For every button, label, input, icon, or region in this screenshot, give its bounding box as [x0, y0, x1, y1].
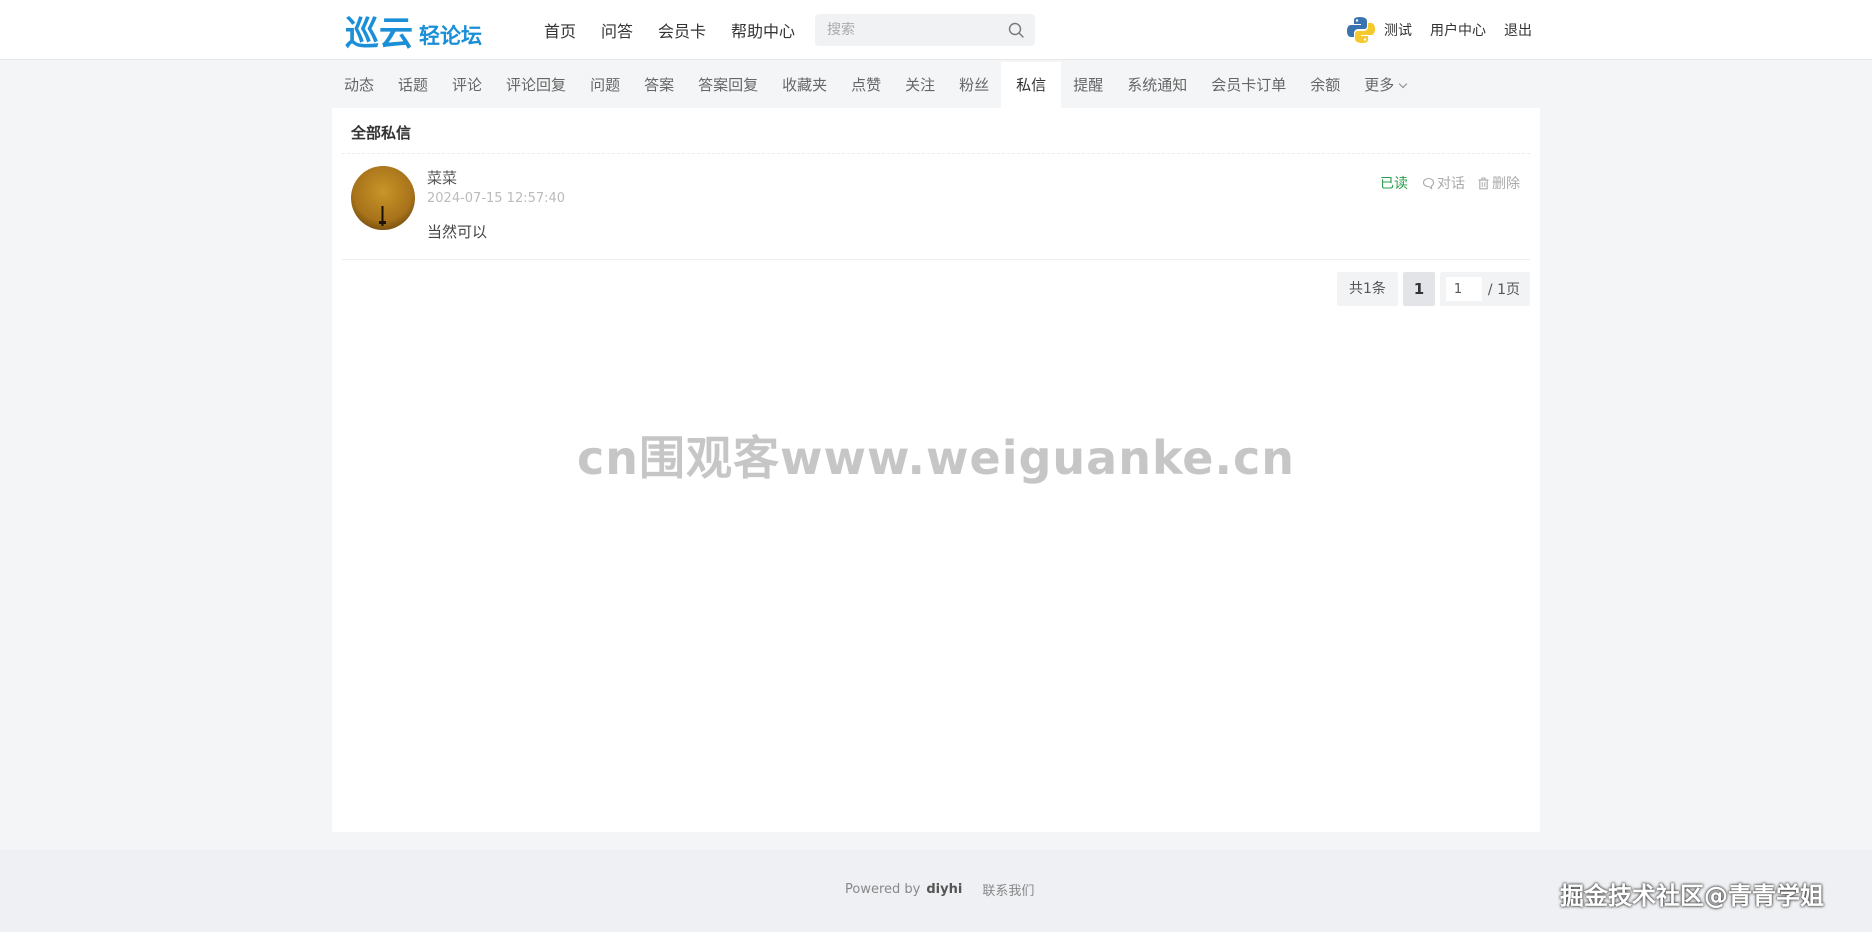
pagination-jump: / 1页 — [1439, 272, 1530, 306]
sender-name[interactable]: 菜菜 — [427, 167, 457, 188]
tab-more-label: 更多 — [1364, 76, 1395, 94]
message-actions: 已读 对话 删除 — [1380, 173, 1520, 193]
tab-questions[interactable]: 问题 — [578, 62, 632, 108]
watermark-text: cn围观客www.weiguanke.cn — [576, 431, 1295, 485]
python-logo-icon — [1344, 13, 1378, 47]
tab-favorites[interactable]: 收藏夹 — [770, 62, 839, 108]
corner-watermark: 掘金技术社区@青青学姐 — [1560, 882, 1824, 910]
contact-us-link[interactable]: 联系我们 — [982, 880, 1034, 899]
logo-main-text: 巡云 — [345, 13, 413, 54]
tab-answer-replies[interactable]: 答案回复 — [686, 62, 770, 108]
page-jump-input[interactable] — [1445, 277, 1482, 301]
tab-comments[interactable]: 评论 — [440, 62, 494, 108]
nav-membership-card[interactable]: 会员卡 — [658, 18, 706, 42]
tab-reminders[interactable]: 提醒 — [1061, 62, 1115, 108]
message-item: 菜菜 2024-07-15 12:57:40 当然可以 已读 对话 删除 — [342, 154, 1530, 260]
chat-label: 对话 — [1437, 176, 1465, 192]
tab-answers[interactable]: 答案 — [632, 62, 686, 108]
top-header: 巡云 轻论坛 首页 问答 会员卡 帮助中心 测试 用户中心 退出 — [0, 0, 1872, 60]
tab-followers[interactable]: 粉丝 — [947, 62, 1001, 108]
panel-title: 全部私信 — [351, 124, 412, 142]
powered-by-brand[interactable]: diyhi — [926, 882, 962, 897]
search-input[interactable] — [815, 22, 995, 38]
tab-dynamic[interactable]: 动态 — [332, 62, 386, 108]
pagination-total: 共1条 — [1337, 272, 1398, 306]
user-bar: 测试 用户中心 退出 — [1344, 12, 1532, 48]
pagination-current-page[interactable]: 1 — [1402, 272, 1435, 306]
main-nav: 首页 问答 会员卡 帮助中心 — [544, 18, 820, 42]
delete-button[interactable]: 删除 — [1477, 173, 1520, 193]
message-content: 当然可以 — [427, 223, 488, 241]
nav-home[interactable]: 首页 — [544, 18, 576, 42]
nav-qa[interactable]: 问答 — [601, 18, 633, 42]
user-center-link[interactable]: 用户中心 — [1430, 20, 1486, 40]
footer-content: Powered by diyhi 联系我们 — [845, 880, 1034, 899]
powered-by-label: Powered by — [845, 882, 921, 897]
search-icon[interactable] — [1007, 21, 1025, 39]
tab-system-notices[interactable]: 系统通知 — [1115, 62, 1199, 108]
tab-comment-replies[interactable]: 评论回复 — [494, 62, 578, 108]
chat-bubble-icon — [1422, 177, 1435, 190]
tab-balance[interactable]: 余额 — [1298, 62, 1352, 108]
logo-sub-text: 轻论坛 — [419, 24, 482, 48]
chevron-down-icon — [1399, 79, 1408, 89]
read-status-badge: 已读 — [1380, 176, 1408, 192]
avatar-image — [351, 166, 415, 230]
tab-more[interactable]: 更多 — [1352, 62, 1418, 108]
user-avatar[interactable] — [1344, 13, 1378, 47]
pagination: 共1条 1 / 1页 — [1337, 272, 1530, 306]
nav-help-center[interactable]: 帮助中心 — [731, 18, 795, 42]
pagination-pages: / 1页 — [1487, 282, 1520, 298]
search-box — [815, 14, 1035, 46]
user-subnav: 动态 话题 评论 评论回复 问题 答案 答案回复 收藏夹 点赞 关注 粉丝 私信… — [332, 62, 1418, 108]
sender-avatar[interactable] — [351, 166, 415, 230]
tab-private-messages[interactable]: 私信 — [1001, 62, 1062, 108]
trash-icon — [1478, 177, 1489, 189]
logout-link[interactable]: 退出 — [1504, 20, 1532, 40]
tab-card-orders[interactable]: 会员卡订单 — [1199, 62, 1298, 108]
site-logo[interactable]: 巡云 轻论坛 — [345, 12, 482, 54]
tab-following[interactable]: 关注 — [893, 62, 947, 108]
tab-topics[interactable]: 话题 — [386, 62, 440, 108]
tab-likes[interactable]: 点赞 — [839, 62, 893, 108]
delete-label: 删除 — [1492, 176, 1520, 192]
message-time: 2024-07-15 12:57:40 — [427, 191, 566, 206]
chat-button[interactable]: 对话 — [1422, 173, 1465, 193]
username-link[interactable]: 测试 — [1384, 20, 1412, 40]
